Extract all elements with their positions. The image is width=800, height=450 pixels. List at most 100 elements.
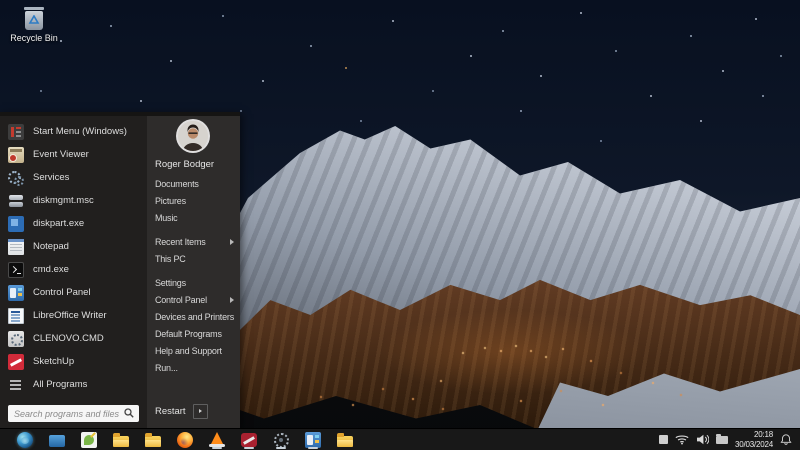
start-button[interactable] [12,429,38,450]
menu-item-all-programs[interactable]: All Programs [0,373,147,396]
menu-item-label: Pictures [155,196,186,206]
disk-management-icon [8,193,24,209]
menu-item-diskmgmt[interactable]: diskmgmt.msc [0,189,147,212]
clock-time: 20:18 [735,430,773,440]
folder-icon [145,436,161,447]
wifi-icon[interactable] [675,434,689,445]
menu-item-libreoffice-writer[interactable]: LibreOffice Writer [0,304,147,327]
taskbar-sketchup-button[interactable] [236,429,262,450]
village-lights [0,0,2,2]
menu-item-notepad[interactable]: Notepad [0,235,147,258]
control-panel-icon [8,285,24,301]
menu-item-label: Help and Support [155,346,222,356]
notifications-bell-icon[interactable] [780,433,792,446]
menu-item-run[interactable]: Run... [147,359,240,376]
services-gears-icon [8,170,24,186]
menu-item-label: Devices and Printers [155,312,234,322]
menu-item-label: Settings [155,278,186,288]
start-menu-settings-icon [8,124,24,140]
volume-icon[interactable] [696,434,709,445]
menu-item-cmd[interactable]: cmd.exe [0,258,147,281]
menu-item-this-pc[interactable]: This PC [147,250,240,267]
submenu-arrow-icon [230,297,234,303]
menu-item-pictures[interactable]: Pictures [147,192,240,209]
menu-item-label: diskpart.exe [33,218,84,229]
submenu-arrow-icon [199,409,202,413]
menu-item-devices-and-printers[interactable]: Devices and Printers [147,308,240,325]
menu-item-label: diskmgmt.msc [33,195,94,206]
recycle-bin-icon [8,7,60,30]
menu-item-services[interactable]: Services [0,166,147,189]
control-panel-icon [305,432,321,448]
menu-item-label: Event Viewer [33,149,89,160]
restart-submenu-button[interactable] [193,404,208,419]
start-menu: Start Menu (Windows) Event Viewer Servic… [0,112,240,428]
search-input[interactable] [8,405,139,422]
system-tray: 20:18 30/03/2024 [659,430,800,449]
menu-item-settings[interactable]: Settings [147,274,240,291]
taskbar-services-button[interactable] [268,429,294,450]
search-icon [124,408,134,418]
menu-item-label: Start Menu (Windows) [33,126,127,137]
start-menu-right-column: Roger Bodger Documents Pictures Music Re… [147,116,240,428]
vlc-icon [209,432,225,448]
menu-item-event-viewer[interactable]: Event Viewer [0,143,147,166]
libreoffice-writer-icon [8,308,24,324]
notepad-plus-plus-icon [81,432,97,448]
recycle-bin[interactable]: Recycle Bin [8,7,60,43]
services-gear-icon [273,432,289,448]
menu-item-start-menu-windows[interactable]: Start Menu (Windows) [0,120,147,143]
taskbar-clock[interactable]: 20:18 30/03/2024 [735,430,773,449]
taskbar-notepad-plus-plus-button[interactable] [76,429,102,450]
desktop: Recycle Bin Start Menu (Windows) Event V… [0,0,800,450]
menu-item-default-programs[interactable]: Default Programs [147,325,240,342]
menu-item-label: This PC [155,254,186,264]
menu-item-label: Default Programs [155,329,222,339]
clock-date: 30/03/2024 [735,440,773,450]
firefox-icon [177,432,193,448]
submenu-arrow-icon [230,239,234,245]
script-gear-icon [8,331,24,347]
menu-item-label: All Programs [33,379,87,390]
event-viewer-icon [8,147,24,163]
taskbar: 20:18 30/03/2024 [0,428,800,450]
menu-item-label: Services [33,172,69,183]
folder-icon [337,436,353,447]
menu-item-label: Control Panel [33,287,91,298]
explorer-tray-icon[interactable] [716,436,728,444]
diskpart-icon [8,216,24,232]
restart-button[interactable]: Restart [155,406,186,417]
sketchup-icon [8,354,24,370]
taskbar-folder-button[interactable] [332,429,358,450]
menu-item-recent-items[interactable]: Recent Items [147,233,240,250]
folder-icon [113,436,129,447]
menu-item-control-panel-right[interactable]: Control Panel [147,291,240,308]
menu-item-sketchup[interactable]: SketchUp [0,350,147,373]
menu-item-music[interactable]: Music [147,209,240,226]
menu-item-diskpart[interactable]: diskpart.exe [0,212,147,235]
user-name[interactable]: Roger Bodger [147,156,240,172]
start-menu-left-column: Start Menu (Windows) Event Viewer Servic… [0,116,147,428]
menu-item-clenovo-cmd[interactable]: CLENOVO.CMD [0,327,147,350]
menu-item-label: SketchUp [33,356,74,367]
taskbar-vlc-button[interactable] [204,429,230,450]
menu-item-label: Music [155,213,178,223]
menu-item-documents[interactable]: Documents [147,175,240,192]
user-avatar[interactable] [178,121,208,151]
all-programs-icon [8,377,24,393]
taskbar-blue-app-button[interactable] [44,429,70,450]
command-prompt-icon [8,262,24,278]
taskbar-control-panel-button[interactable] [300,429,326,450]
taskbar-firefox-button[interactable] [172,429,198,450]
app-window-icon[interactable] [659,435,668,444]
start-orb-icon [17,432,33,448]
menu-item-help-and-support[interactable]: Help and Support [147,342,240,359]
menu-item-label: Notepad [33,241,69,252]
menu-item-label: cmd.exe [33,264,69,275]
taskbar-folder-button[interactable] [140,429,166,450]
menu-item-label: Recent Items [155,237,206,247]
menu-item-control-panel[interactable]: Control Panel [0,281,147,304]
menu-item-label: LibreOffice Writer [33,310,107,321]
menu-item-label: CLENOVO.CMD [33,333,104,344]
taskbar-folder-button[interactable] [108,429,134,450]
